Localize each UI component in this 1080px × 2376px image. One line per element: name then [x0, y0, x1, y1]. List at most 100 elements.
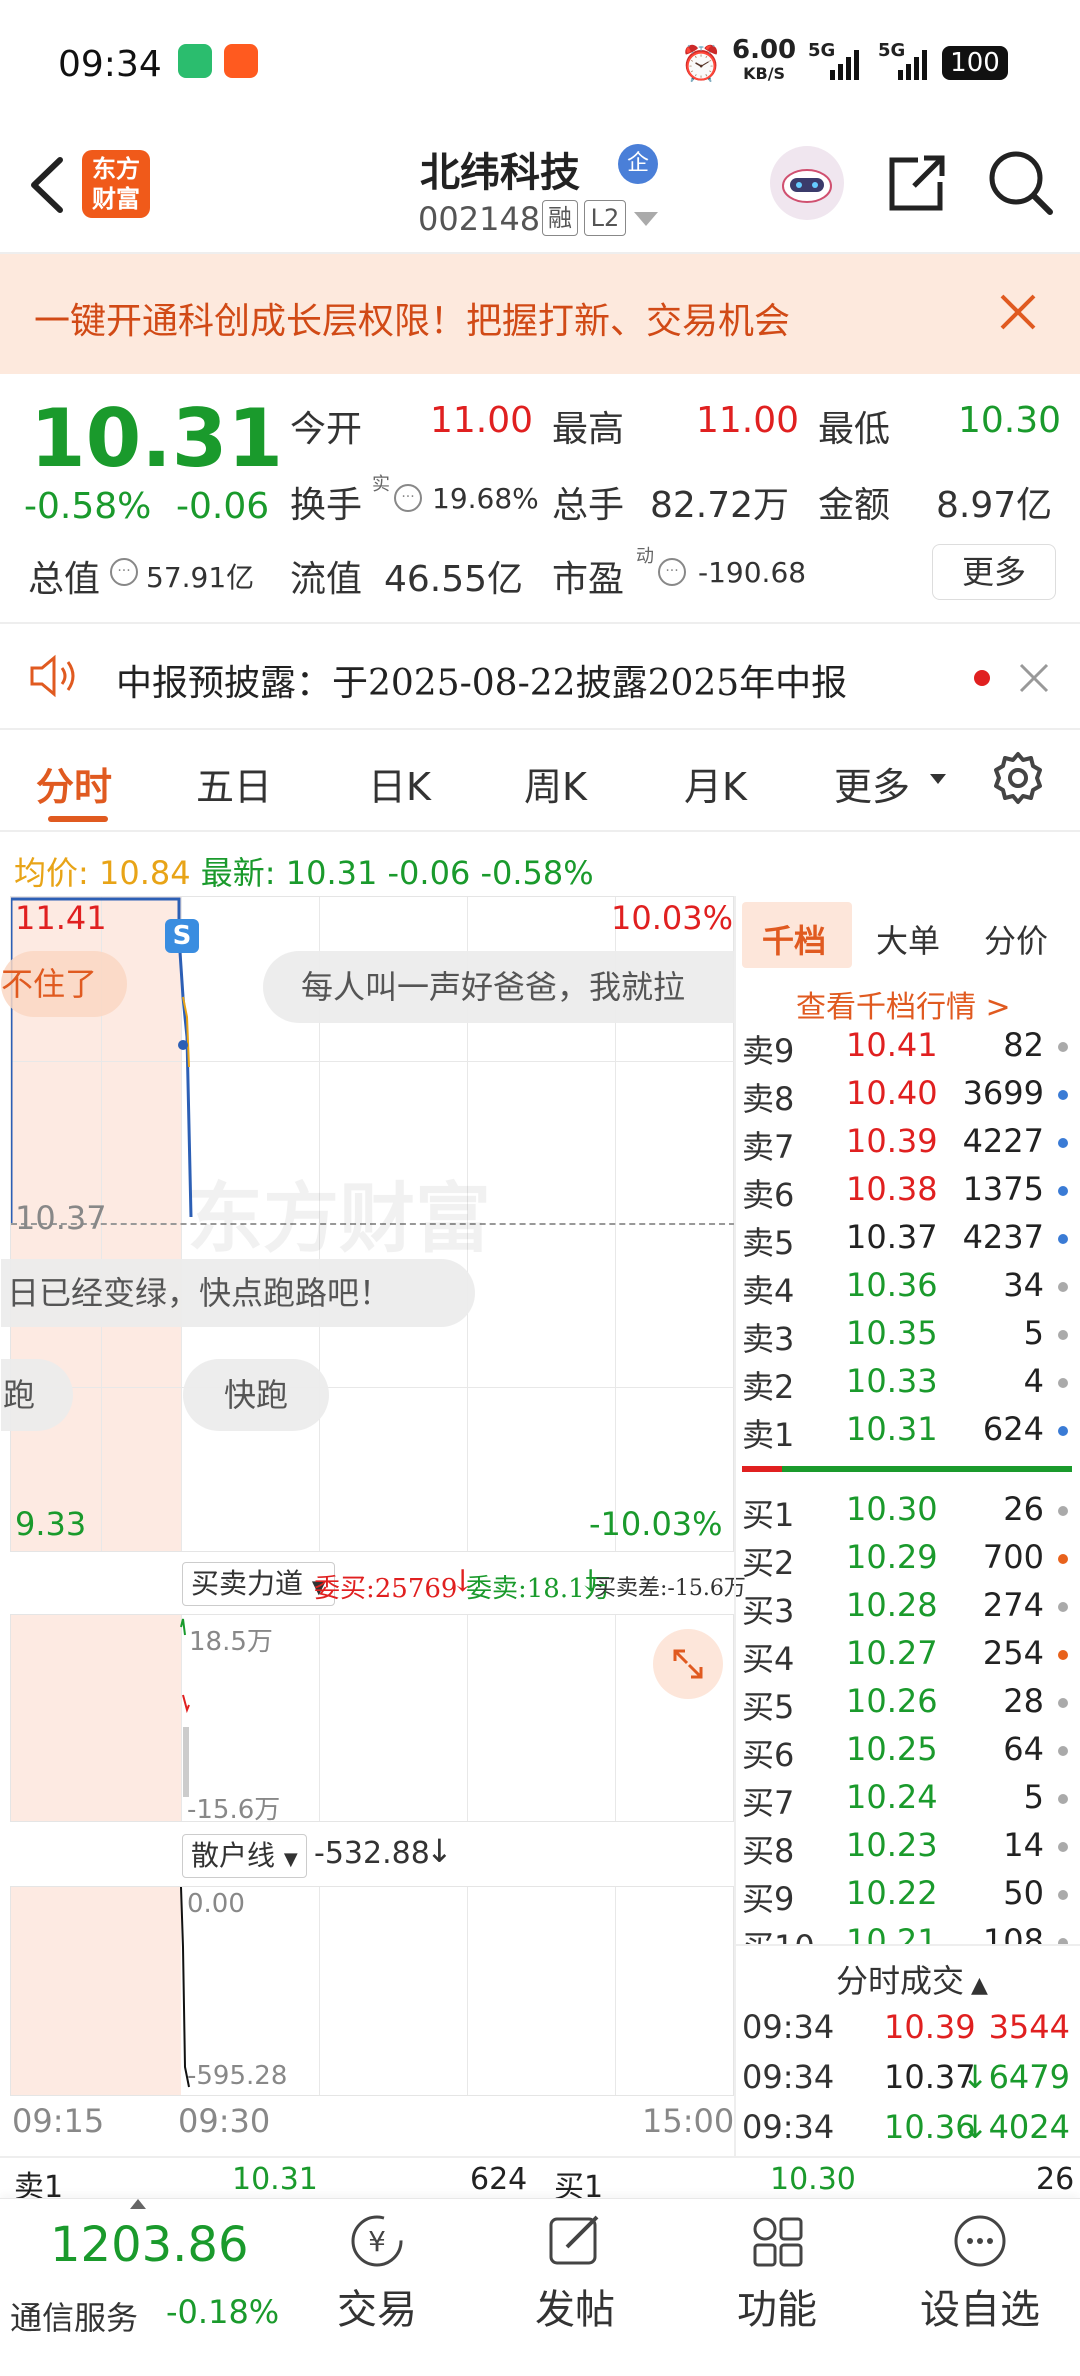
- orderbook-tab-depth[interactable]: 千档: [762, 916, 826, 962]
- bid-row[interactable]: 买7 10.24 5: [742, 1778, 1070, 1824]
- stock-switch-dropdown-icon[interactable]: [634, 212, 658, 226]
- bid-row[interactable]: 买2 10.29 700: [742, 1538, 1070, 1584]
- orderbook-tab-price[interactable]: 分价: [984, 916, 1048, 962]
- bid-level-label: 买10: [742, 1922, 815, 1944]
- share-icon[interactable]: [884, 150, 950, 216]
- tab-more[interactable]: 更多: [834, 756, 910, 811]
- bid-price: 10.29: [846, 1538, 938, 1576]
- order-flag-dot: [1058, 1890, 1068, 1900]
- bid-row[interactable]: 买6 10.25 64: [742, 1730, 1070, 1776]
- bid-volume: 14: [1003, 1826, 1044, 1864]
- bid-level-label: 买9: [742, 1880, 795, 1918]
- tab-five-day[interactable]: 五日: [196, 756, 272, 811]
- bid-row[interactable]: 买8 10.23 14: [742, 1826, 1070, 1872]
- ask-row[interactable]: 卖2 10.33 4: [742, 1362, 1070, 1408]
- sell-signal-marker[interactable]: S: [165, 919, 199, 953]
- promo-banner[interactable]: 一键开通科创成长层权限！把握打新、交易机会: [0, 254, 1080, 374]
- status-bar: 09:34 ⏰ 6.00 KB/S 5G 5G 100: [0, 0, 1080, 130]
- sector-name[interactable]: 通信服务: [10, 2293, 138, 2339]
- force-chart[interactable]: 18.5万 -15.6万: [10, 1614, 734, 1825]
- high-label: 最高: [552, 409, 625, 450]
- force-top: 18.5万: [189, 1627, 273, 1657]
- tab-active-indicator: [48, 816, 108, 822]
- nav-add-watchlist[interactable]: 设自选: [900, 2209, 1060, 2369]
- y-axis-bottom-pct: -10.03%: [589, 1505, 723, 1543]
- ask-volume: 82: [1003, 1026, 1044, 1064]
- gear-icon[interactable]: [990, 750, 1046, 806]
- bid-volume: 274: [982, 1586, 1044, 1624]
- ask-level-label: 卖1: [742, 1416, 795, 1454]
- search-icon[interactable]: [986, 148, 1056, 218]
- depth-quote-link[interactable]: 查看千档行情 >: [796, 982, 1011, 1026]
- notice-bar[interactable]: 中报预披露：于2025-08-22披露2025年中报: [0, 624, 1080, 728]
- ask-row[interactable]: 卖6 10.38 1375: [742, 1170, 1070, 1216]
- ask-row[interactable]: 卖8 10.40 3699: [742, 1074, 1070, 1120]
- more-button[interactable]: 更多: [932, 544, 1056, 600]
- tab-daily-k[interactable]: 日K: [368, 756, 431, 811]
- strip-sell-vol: 624: [470, 2162, 528, 2197]
- force-indicator-select[interactable]: 买卖力道 ▼: [182, 1562, 335, 1606]
- bid-row[interactable]: 买3 10.28 274: [742, 1586, 1070, 1632]
- ask-row[interactable]: 卖3 10.35 5: [742, 1314, 1070, 1360]
- tab-weekly-k[interactable]: 周K: [524, 756, 587, 811]
- danmaku-comment: 不住了: [1, 951, 128, 1017]
- ask-row[interactable]: 卖7 10.39 4227: [742, 1122, 1070, 1168]
- ask-row[interactable]: 卖4 10.36 34: [742, 1266, 1070, 1312]
- ask-row[interactable]: 卖9 10.41 82: [742, 1026, 1070, 1072]
- trade-price: 10.39: [884, 2008, 976, 2046]
- trade-time: 09:34: [742, 2108, 835, 2146]
- order-flag-dot: [1058, 1506, 1068, 1516]
- strip-buy-price: 10.30: [770, 2162, 856, 2197]
- intraday-chart[interactable]: 东方财富 S 11.41 10.03% 10.37 9.33 -10.03% 不…: [1, 896, 735, 1552]
- trades-title[interactable]: 分时成交 ▲: [836, 1956, 988, 2002]
- tab-monthly-k[interactable]: 月K: [684, 756, 747, 811]
- info-dots-icon[interactable]: ···: [110, 558, 138, 586]
- float-cap-label: 流值: [290, 559, 363, 600]
- retail-indicator-select[interactable]: 散户线 ▼: [182, 1834, 307, 1878]
- ask-row[interactable]: 卖1 10.31 624: [742, 1410, 1070, 1456]
- bid-row[interactable]: 买10 10.21 108: [742, 1922, 1070, 1944]
- bid-price: 10.22: [846, 1874, 938, 1912]
- close-icon[interactable]: [996, 290, 1040, 334]
- sector-index-value[interactable]: 1203.86: [50, 2217, 249, 2273]
- retail-chart[interactable]: 0.00 -595.28: [10, 1886, 734, 2096]
- arrow-down-icon: ↓: [426, 1832, 453, 1870]
- ask-level-label: 卖3: [742, 1320, 795, 1358]
- info-dots-icon[interactable]: ···: [658, 558, 686, 586]
- bid-row[interactable]: 买4 10.27 254: [742, 1634, 1070, 1680]
- chevron-up-icon[interactable]: [130, 2199, 146, 2209]
- bid-row[interactable]: 买5 10.26 28: [742, 1682, 1070, 1728]
- nav-trade[interactable]: ¥ 交易: [322, 2209, 432, 2369]
- eastmoney-logo[interactable]: 东方 财富: [82, 150, 150, 218]
- expand-icon[interactable]: [653, 1629, 723, 1699]
- ask-row[interactable]: 卖5 10.37 4237: [742, 1218, 1070, 1264]
- unread-dot: [974, 670, 990, 686]
- order-flag-dot: [1058, 1282, 1068, 1292]
- bid-row[interactable]: 买9 10.22 50: [742, 1874, 1070, 1920]
- bid-price: 10.27: [846, 1634, 938, 1672]
- info-dots-icon[interactable]: ···: [394, 484, 422, 512]
- avg-price-bar: 均价: 10.84 最新: 10.31 -0.06 -0.58%: [14, 848, 594, 894]
- back-icon[interactable]: [22, 150, 72, 220]
- bid-level-label: 买5: [742, 1688, 795, 1726]
- bid-price: 10.23: [846, 1826, 938, 1864]
- bid-row[interactable]: 买1 10.30 26: [742, 1490, 1070, 1536]
- close-icon[interactable]: [1018, 662, 1050, 694]
- bid-price: 10.28: [846, 1586, 938, 1624]
- nav-post[interactable]: 发帖: [520, 2209, 630, 2369]
- retail-indicator-header: 散户线 ▼ -532.88 ↓: [10, 1824, 734, 1886]
- bottom-nav: 1203.86 通信服务 -0.18% ¥ 交易 发帖 功能 设自选: [0, 2198, 1080, 2376]
- pe-sup: 动: [636, 546, 654, 567]
- order-flag-dot: [1058, 1602, 1068, 1612]
- orderbook-tab-bigorder[interactable]: 大单: [876, 916, 940, 962]
- order-flag-dot: [1058, 1090, 1068, 1100]
- tab-intraday[interactable]: 分时: [36, 756, 112, 811]
- ask-volume: 5: [1023, 1314, 1044, 1352]
- order-flag-dot: [1058, 1842, 1068, 1852]
- stock-name: 北纬科技: [420, 150, 580, 196]
- nav-functions[interactable]: 功能: [722, 2209, 832, 2369]
- pe-value: -190.68: [698, 556, 807, 589]
- bid-volume: 28: [1003, 1682, 1044, 1720]
- order-flag-dot: [1058, 1554, 1068, 1564]
- ai-assistant-avatar[interactable]: [770, 146, 844, 220]
